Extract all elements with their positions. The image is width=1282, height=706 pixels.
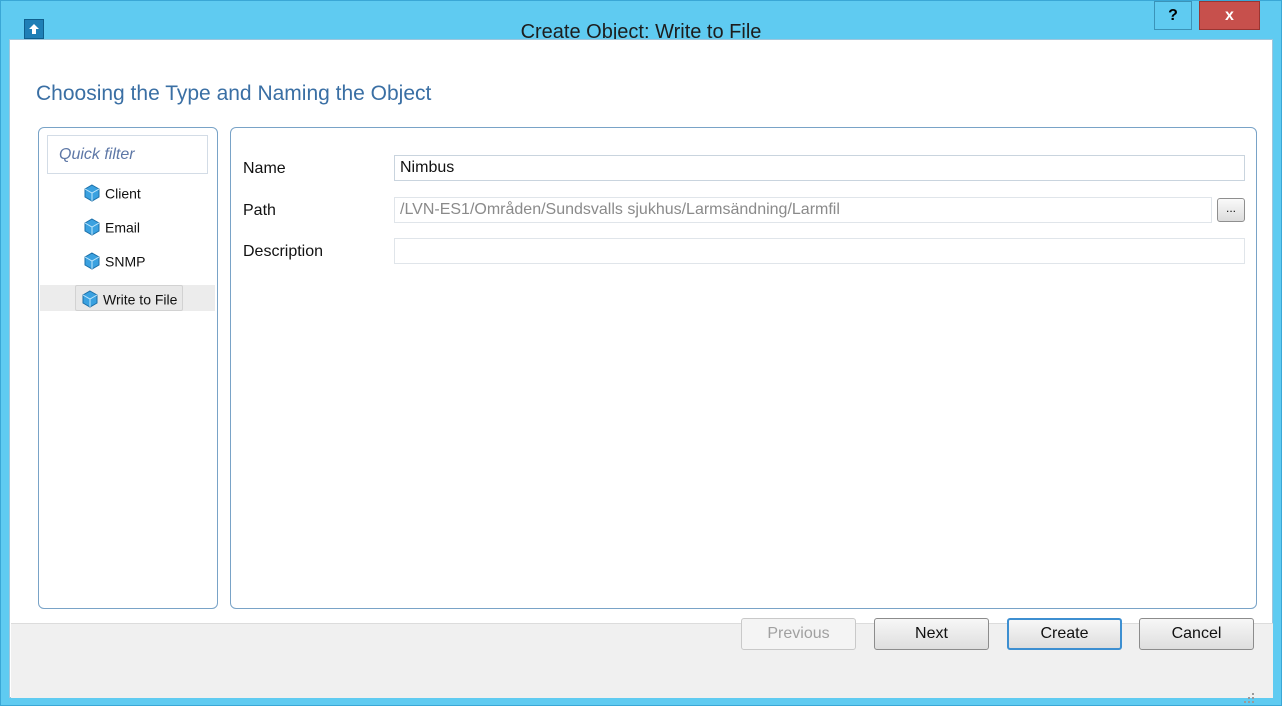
selected-item-box: Write to File — [75, 285, 184, 311]
list-item-email[interactable]: Email — [83, 218, 140, 244]
path-input[interactable]: /LVN-ES1/Områden/Sundsvalls sjukhus/Larm… — [394, 197, 1212, 223]
help-button[interactable]: ? — [1154, 1, 1192, 30]
description-input[interactable] — [394, 238, 1245, 264]
cancel-button[interactable]: Cancel — [1139, 618, 1254, 650]
name-label: Name — [243, 160, 286, 177]
create-button[interactable]: Create — [1007, 618, 1122, 650]
previous-button[interactable]: Previous — [741, 618, 856, 650]
quick-filter-input[interactable]: Quick filter — [47, 135, 208, 174]
resize-grip-icon[interactable] — [1242, 691, 1256, 705]
object-details-panel: Name Nimbus Path /LVN-ES1/Områden/Sundsv… — [230, 127, 1257, 609]
next-button[interactable]: Next — [874, 618, 989, 650]
list-item-label: Client — [105, 185, 141, 202]
description-label: Description — [243, 243, 324, 260]
browse-button[interactable]: ... — [1217, 198, 1245, 222]
name-input[interactable]: Nimbus — [394, 155, 1245, 181]
dialog-content: Choosing the Type and Naming the Object … — [9, 39, 1273, 698]
list-item-write-to-file[interactable]: Write to File — [40, 285, 215, 311]
path-label: Path — [243, 202, 276, 219]
list-item-snmp[interactable]: SNMP — [83, 252, 145, 278]
cube-icon — [84, 218, 100, 236]
close-button[interactable]: x — [1199, 1, 1260, 30]
cube-icon — [84, 184, 100, 202]
page-title: Choosing the Type and Naming the Object — [36, 82, 432, 105]
cube-icon — [82, 290, 98, 308]
list-item-client[interactable]: Client — [83, 184, 141, 210]
list-item-label: Email — [105, 219, 141, 236]
list-item-label: SNMP — [105, 253, 146, 270]
dialog-window: Create Object: Write to File ? x Choosin… — [0, 0, 1282, 706]
object-type-panel: Quick filter Client Email SNMP Write to … — [38, 127, 218, 609]
list-item-label: Write to File — [103, 291, 178, 308]
cube-icon — [84, 252, 100, 270]
